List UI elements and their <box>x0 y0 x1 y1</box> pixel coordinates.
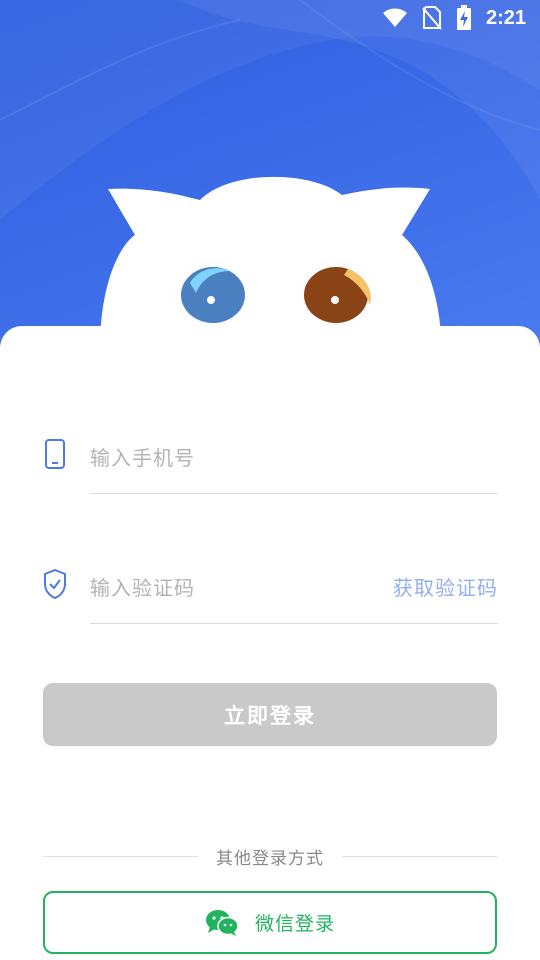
phone-icon <box>45 439 65 469</box>
battery-charging-icon <box>456 5 471 30</box>
shield-check-icon <box>44 568 66 600</box>
divider-line-right <box>342 856 497 857</box>
status-bar: 2:21 <box>0 0 540 36</box>
code-underline <box>90 623 498 624</box>
wifi-icon <box>382 8 407 27</box>
no-sim-icon <box>422 6 442 30</box>
phone-underline <box>90 493 498 494</box>
other-login-divider: 其他登录方式 <box>43 844 497 869</box>
wechat-login-button[interactable]: 微信登录 <box>43 891 497 954</box>
login-button[interactable]: 立即登录 <box>43 683 497 746</box>
phone-field[interactable]: 输入手机号 <box>42 424 498 494</box>
code-field[interactable]: 输入验证码 获取验证码 <box>42 554 498 624</box>
wechat-icon <box>205 909 239 936</box>
phone-input-placeholder[interactable]: 输入手机号 <box>90 442 195 471</box>
clock: 2:21 <box>485 6 526 29</box>
get-code-button[interactable]: 获取验证码 <box>393 572 498 601</box>
login-card: 输入手机号 输入验证码 获取验证码 立即登录 其他登录方式 微信登录 <box>0 326 540 960</box>
code-input-placeholder[interactable]: 输入验证码 <box>90 572 195 601</box>
wechat-login-label: 微信登录 <box>254 913 335 935</box>
